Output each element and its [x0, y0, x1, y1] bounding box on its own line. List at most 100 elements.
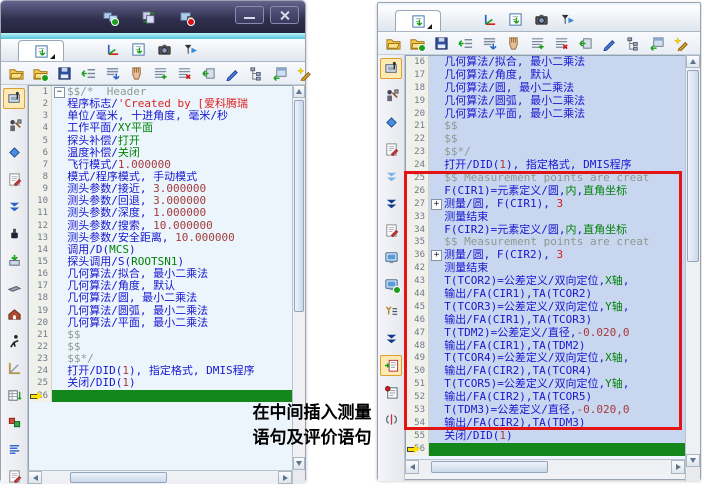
scroll-right-button[interactable]: [671, 460, 685, 474]
eraser-icon[interactable]: [380, 112, 402, 133]
calibrate-icon[interactable]: [3, 223, 25, 244]
axes-icon[interactable]: [479, 9, 499, 29]
scroll-thumb[interactable]: [687, 70, 699, 262]
code-line[interactable]: 18 几何算法/圆, 最小二乘法: [406, 82, 685, 95]
export-window-icon[interactable]: [270, 63, 290, 83]
report-edit-icon[interactable]: [3, 169, 25, 190]
edit-pen-icon[interactable]: [599, 33, 619, 53]
scroll-right-button[interactable]: [278, 471, 292, 484]
probe-filter-icon[interactable]: [557, 9, 577, 29]
program-view-icon[interactable]: [128, 39, 148, 59]
code-line[interactable]: 23 $$*/: [406, 146, 685, 159]
scroll-thumb[interactable]: [70, 472, 167, 483]
code-line[interactable]: 3 单位/毫米, 十进角度, 毫米/秒: [29, 110, 292, 122]
code-line[interactable]: 19 几何算法/圆弧, 最小二乘法: [406, 95, 685, 108]
flag-edit-icon[interactable]: [3, 466, 25, 484]
hold-program-icon[interactable]: [503, 33, 523, 53]
fold-toggle[interactable]: −: [54, 87, 65, 98]
code-line[interactable]: 26: [29, 390, 292, 402]
window-swap-icon[interactable]: [139, 8, 157, 26]
code-line[interactable]: 56: [406, 443, 685, 456]
code-line[interactable]: 17 几何算法/角度, 默认: [406, 69, 685, 82]
import-data-icon[interactable]: [3, 250, 25, 271]
horizontal-scrollbar[interactable]: [405, 459, 685, 474]
device-alert-icon[interactable]: [177, 8, 195, 26]
probe-setup-icon[interactable]: [3, 115, 25, 136]
more-tools2-icon[interactable]: [380, 193, 402, 214]
code-line[interactable]: 18 几何算法/圆, 最小二乘法: [29, 292, 292, 304]
scroll-left-button[interactable]: [28, 471, 42, 484]
more-tools-icon[interactable]: [3, 196, 25, 217]
step-insert-icon[interactable]: [455, 33, 475, 53]
home-position-icon[interactable]: [3, 304, 25, 325]
quick-edit-icon[interactable]: [294, 63, 314, 83]
scroll-up-button[interactable]: [686, 55, 700, 68]
open-icon[interactable]: [6, 63, 26, 83]
scroll-thumb[interactable]: [431, 461, 548, 473]
code-line[interactable]: 7 飞行模式/1.000000: [29, 159, 292, 171]
auto-run-icon[interactable]: [3, 331, 25, 352]
code-line[interactable]: 23 $$*/: [29, 353, 292, 365]
note-edit-icon[interactable]: [380, 220, 402, 241]
pin-view-icon[interactable]: [3, 88, 25, 109]
code-line[interactable]: 16 几何算法/拟合, 最小二乘法: [29, 268, 292, 280]
delete-line-icon[interactable]: [551, 33, 571, 53]
pin-view-icon[interactable]: [380, 58, 402, 79]
add-line-icon[interactable]: [150, 63, 170, 83]
code-line[interactable]: 8 模式/程序模式, 手动模式: [29, 171, 292, 183]
scroll-down-button[interactable]: [293, 457, 305, 470]
code-line[interactable]: 55 关闭/DID(1): [406, 430, 685, 443]
angle-measure-icon[interactable]: [3, 358, 25, 379]
code-line[interactable]: 17 几何算法/角度, 默认: [29, 280, 292, 292]
vertical-scrollbar[interactable]: [685, 55, 700, 481]
open-icon[interactable]: [383, 33, 403, 53]
code-line[interactable]: 24 打开/DID(1), 指定格式, DMIS程序: [29, 365, 292, 377]
quick-edit-icon[interactable]: [671, 33, 691, 53]
eraser-icon[interactable]: [3, 142, 25, 163]
monitor-add-icon[interactable]: [380, 274, 402, 295]
scroll-down-button[interactable]: [686, 454, 700, 467]
code-line[interactable]: 14 调用/D(MCS): [29, 244, 292, 256]
goto-line-icon[interactable]: [102, 63, 122, 83]
add-line-icon[interactable]: [527, 33, 547, 53]
code-line[interactable]: 6 温度补偿/关闭: [29, 147, 292, 159]
plane-tool-icon[interactable]: [3, 277, 25, 298]
save-icon[interactable]: [54, 63, 74, 83]
minimize-button[interactable]: [235, 6, 264, 24]
tab-program-editor[interactable]: [18, 40, 64, 61]
more-tools3-icon[interactable]: [380, 328, 402, 349]
export-window-icon[interactable]: [647, 33, 667, 53]
code-line[interactable]: 15 探头调用/S(ROOTSN1): [29, 256, 292, 268]
element-list-icon[interactable]: [380, 301, 402, 322]
scroll-left-button[interactable]: [405, 460, 419, 474]
code-line[interactable]: 20 几何算法/平面, 最小二乘法: [29, 317, 292, 329]
output-list-icon[interactable]: [380, 382, 402, 403]
hold-program-icon[interactable]: [126, 63, 146, 83]
scroll-thumb[interactable]: [294, 100, 304, 312]
code-line[interactable]: 20 几何算法/平面, 最小二乘法: [406, 108, 685, 121]
probe-setup-icon[interactable]: [380, 85, 402, 106]
table-output-icon[interactable]: [3, 385, 25, 406]
delete-line-icon[interactable]: [174, 63, 194, 83]
camera-icon[interactable]: [531, 9, 551, 29]
revert-icon[interactable]: [198, 63, 218, 83]
revert-icon[interactable]: [575, 33, 595, 53]
code-line[interactable]: 21 $$: [29, 329, 292, 341]
outline-tree-icon[interactable]: [623, 33, 643, 53]
tab-program-editor[interactable]: [395, 10, 441, 31]
code-line[interactable]: 2 程序标志/'Created by [爱科腾瑞: [29, 98, 292, 110]
screens-status-icon[interactable]: [101, 8, 119, 26]
code-line[interactable]: 11 测头参数/深度, 1.000000: [29, 207, 292, 219]
program-view-icon[interactable]: [505, 9, 525, 29]
align-lines-icon[interactable]: [3, 439, 25, 460]
code-line[interactable]: 22 $$: [29, 341, 292, 353]
code-line[interactable]: 1−$$/* Header: [29, 86, 292, 98]
close-button[interactable]: [270, 6, 299, 24]
edit-pen-icon[interactable]: [222, 63, 242, 83]
code-line[interactable]: 19 几何算法/圆弧, 最小二乘法: [29, 305, 292, 317]
code-line[interactable]: 5 探头补偿/打开: [29, 135, 292, 147]
element-group-icon[interactable]: [3, 412, 25, 433]
more-tools-icon[interactable]: [380, 166, 402, 187]
axes-icon[interactable]: [102, 39, 122, 59]
code-line[interactable]: 4 工作平面/XY平面: [29, 122, 292, 134]
